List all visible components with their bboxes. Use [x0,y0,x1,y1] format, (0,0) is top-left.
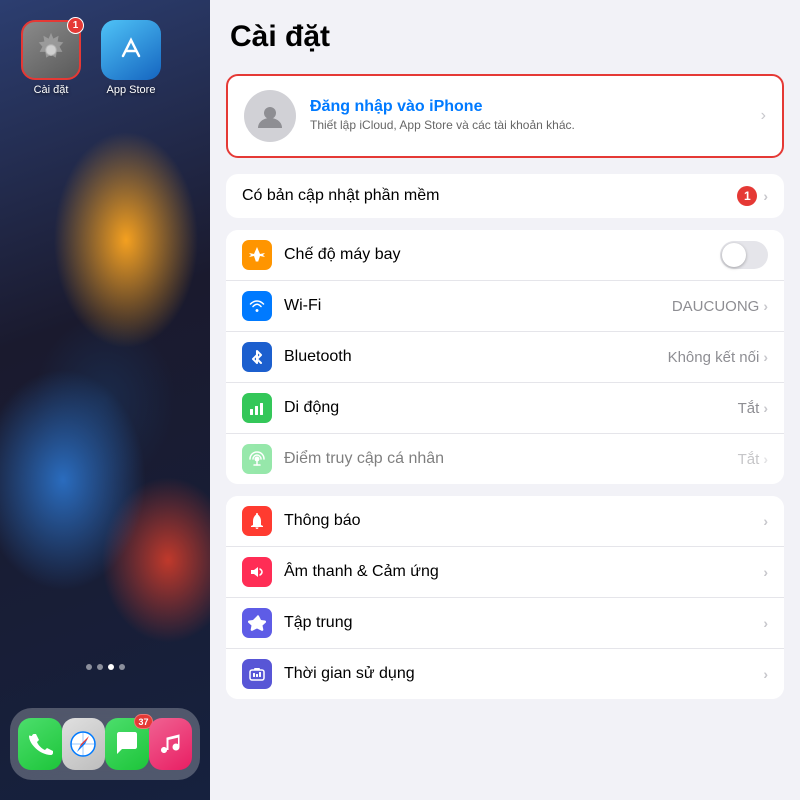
notifications-icon [242,506,272,536]
appstore-app-icon [101,20,161,80]
dock-music[interactable] [149,718,193,770]
bluetooth-label: Bluetooth [284,348,668,366]
cellular-chevron-icon: › [763,400,768,416]
cellular-row[interactable]: Di động Tắt › [226,383,784,434]
profile-info: Đăng nhập vào iPhone Thiết lập iCloud, A… [310,98,747,134]
page-dot-2 [97,664,103,670]
airplane-toggle-knob [722,243,746,267]
hotspot-chevron-icon: › [763,451,768,467]
hotspot-value: Tắt [738,451,760,468]
page-dots [0,664,210,670]
settings-panel: Cài đặt Đăng nhập vào iPhone Thiết lập i… [210,0,800,800]
sounds-chevron-icon: › [763,564,768,580]
airplane-label: Chế độ máy bay [284,246,720,264]
notifications-chevron-icon: › [763,513,768,529]
notifications-label: Thông báo [284,512,763,530]
bluetooth-row[interactable]: Bluetooth Không kết nối › [226,332,784,383]
profile-chevron-icon: › [761,107,766,125]
profile-section[interactable]: Đăng nhập vào iPhone Thiết lập iCloud, A… [226,74,784,158]
cellular-label: Di động [284,399,738,417]
settings-label: Cài đặt [34,84,69,96]
profile-signin-label: Đăng nhập vào iPhone [310,98,747,116]
wifi-value: DAUCUONG [672,298,760,315]
airplane-icon [242,240,272,270]
airplane-row[interactable]: Chế độ máy bay [226,230,784,281]
screentime-icon [242,659,272,689]
update-label: Có bản cập nhật phần mềm [242,187,737,205]
wifi-chevron-icon: › [763,298,768,314]
update-badge: 1 [737,186,757,206]
wifi-label: Wi-Fi [284,297,672,315]
sounds-label: Âm thanh & Cảm ứng [284,563,763,581]
focus-icon [242,608,272,638]
dock-messages[interactable]: 37 [105,718,149,770]
settings-title: Cài đặt [230,20,780,54]
screentime-chevron-icon: › [763,666,768,682]
appstore-label: App Store [107,84,156,96]
settings-app-icon: 1 [21,20,81,80]
profile-avatar [244,90,296,142]
page-dot-3 [108,664,114,670]
bluetooth-icon [242,342,272,372]
airplane-toggle[interactable] [720,241,768,269]
screentime-label: Thời gian sử dụng [284,665,763,683]
connectivity-group: Chế độ máy bay Wi-Fi DAUCUONG › [226,230,784,484]
profile-description: Thiết lập iCloud, App Store và các tài k… [310,118,747,134]
dock-safari[interactable] [62,718,106,770]
notifications-group: Thông báo › Âm thanh & Cảm ứng › Tập tru… [226,496,784,699]
cellular-value: Tắt [738,400,760,417]
update-chevron-icon: › [763,188,768,204]
cellular-icon [242,393,272,423]
settings-badge: 1 [67,17,84,34]
app-grid: 1 Cài đặt App Store [16,20,194,96]
dock-phone[interactable] [18,718,62,770]
hotspot-label: Điểm truy cập cá nhân [284,450,738,468]
screentime-row[interactable]: Thời gian sử dụng › [226,649,784,699]
sounds-icon [242,557,272,587]
bluetooth-chevron-icon: › [763,349,768,365]
hotspot-icon [242,444,272,474]
dock: 37 [10,708,200,780]
home-screen: 1 Cài đặt App Store [0,0,210,800]
settings-header: Cài đặt [210,0,800,64]
bluetooth-value: Không kết nối [668,349,760,366]
hotspot-row[interactable]: Điểm truy cập cá nhân Tắt › [226,434,784,484]
page-dot-1 [86,664,92,670]
wifi-row[interactable]: Wi-Fi DAUCUONG › [226,281,784,332]
appstore-app[interactable]: App Store [96,20,166,96]
page-dot-4 [119,664,125,670]
focus-chevron-icon: › [763,615,768,631]
wifi-icon [242,291,272,321]
sounds-row[interactable]: Âm thanh & Cảm ứng › [226,547,784,598]
focus-label: Tập trung [284,614,763,632]
notifications-row[interactable]: Thông báo › [226,496,784,547]
home-wallpaper [0,0,210,800]
settings-app[interactable]: 1 Cài đặt [16,20,86,96]
focus-row[interactable]: Tập trung › [226,598,784,649]
update-row[interactable]: Có bản cập nhật phần mềm 1 › [226,174,784,218]
